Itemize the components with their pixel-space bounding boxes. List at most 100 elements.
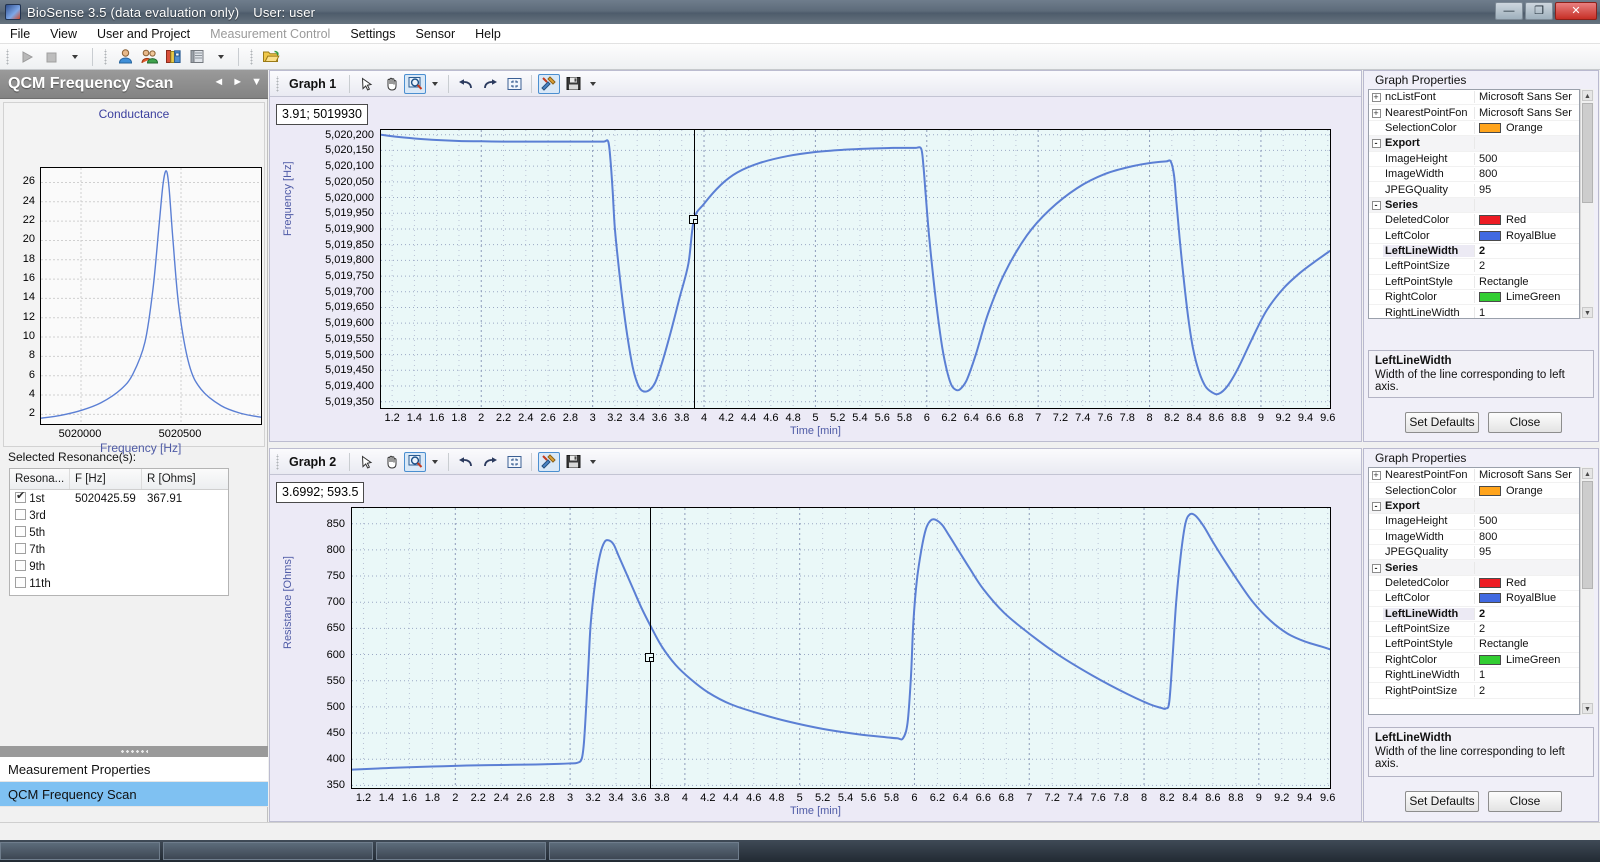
property-value[interactable]: 500 <box>1475 515 1579 527</box>
property-row[interactable]: JPEGQuality95 <box>1369 545 1579 560</box>
property-value[interactable]: 2 <box>1475 623 1579 635</box>
property-expander[interactable]: - <box>1369 200 1383 210</box>
graph1-plot-area[interactable] <box>380 129 1331 409</box>
graph1-save-button[interactable] <box>562 74 584 94</box>
graph1-pointer-tool[interactable] <box>356 74 378 94</box>
color-swatch[interactable] <box>1479 123 1501 133</box>
property-value[interactable]: Rectangle <box>1475 638 1579 650</box>
property-expander[interactable]: - <box>1369 138 1383 148</box>
maximize-button[interactable]: ❐ <box>1525 2 1553 20</box>
property-row[interactable]: -Export <box>1369 499 1579 514</box>
property-row[interactable]: DeletedColorRed <box>1369 213 1579 228</box>
start-measurement-button[interactable] <box>16 47 38 67</box>
graph2-properties-scrollbar[interactable]: ▲ ▼ <box>1580 467 1594 715</box>
expander-icon[interactable]: - <box>1372 139 1381 148</box>
property-value[interactable]: Microsoft Sans Ser <box>1475 91 1579 103</box>
close-button[interactable]: ✕ <box>1555 2 1597 20</box>
graph2-undo-button[interactable] <box>455 452 477 472</box>
property-row[interactable]: +NearestPointFonMicrosoft Sans Ser <box>1369 468 1579 483</box>
project-button[interactable] <box>162 47 184 67</box>
graph2-selected-point-marker[interactable] <box>645 653 654 662</box>
toolbar-grip[interactable] <box>4 49 11 65</box>
property-row[interactable]: -Series <box>1369 198 1579 213</box>
color-swatch[interactable] <box>1479 486 1501 496</box>
table-row[interactable]: 11th <box>10 575 228 592</box>
menu-item-file[interactable]: File <box>0 25 40 43</box>
graph2-properties-button[interactable] <box>538 452 560 472</box>
property-row[interactable]: ImageWidth800 <box>1369 167 1579 182</box>
group-button[interactable] <box>138 47 160 67</box>
property-expander[interactable]: - <box>1369 563 1383 573</box>
resonance-checkbox[interactable] <box>15 577 26 588</box>
minimize-button[interactable]: — <box>1495 2 1523 20</box>
property-value[interactable]: 2 <box>1475 685 1579 697</box>
graph2-pan-tool[interactable] <box>380 452 402 472</box>
property-value[interactable]: 95 <box>1475 546 1579 558</box>
menu-item-view[interactable]: View <box>40 25 87 43</box>
graph1-coordinate-readout[interactable]: 3.91; 5019930 <box>276 104 368 125</box>
property-row[interactable]: DeletedColorRed <box>1369 576 1579 591</box>
taskbar-button-4[interactable] <box>549 842 739 860</box>
graph1-properties-grid[interactable]: +ncListFontMicrosoft Sans Ser+NearestPoi… <box>1368 89 1580 319</box>
scroll-down-icon[interactable]: ▼ <box>1582 307 1593 318</box>
property-value[interactable]: 95 <box>1475 184 1579 196</box>
panel-prev-icon[interactable]: ◄ <box>213 77 224 88</box>
graph2-set-defaults-button[interactable]: Set Defaults <box>1405 791 1479 812</box>
property-value[interactable]: 500 <box>1475 153 1579 165</box>
scroll-down-icon[interactable]: ▼ <box>1582 703 1593 714</box>
property-row[interactable]: RightColorLimeGreen <box>1369 653 1579 668</box>
toolbar-grip-2[interactable] <box>102 49 109 65</box>
property-value[interactable]: RoyalBlue <box>1475 230 1579 242</box>
measurement-dropdown-button[interactable] <box>64 47 86 67</box>
property-value[interactable]: 2 <box>1475 260 1579 272</box>
expander-icon[interactable]: + <box>1372 109 1381 118</box>
graph1-close-button[interactable]: Close <box>1488 412 1562 433</box>
archive-dropdown-button[interactable] <box>210 47 232 67</box>
graph1-zoom-dropdown[interactable] <box>428 74 442 94</box>
property-value[interactable]: 1 <box>1475 307 1579 319</box>
resonance-checkbox[interactable] <box>15 492 26 503</box>
resonance-checkbox[interactable] <box>15 509 26 520</box>
resonance-table[interactable]: Resona... F [Hz] R [Ohms] 1st5020425.593… <box>9 468 229 596</box>
property-expander[interactable]: - <box>1369 501 1383 511</box>
color-swatch[interactable] <box>1479 655 1501 665</box>
panel-splitter[interactable] <box>0 746 268 757</box>
panel-menu-icon[interactable]: ▼ <box>251 77 262 88</box>
menu-item-settings[interactable]: Settings <box>340 25 405 43</box>
graph1-toolbar-grip[interactable] <box>274 76 281 92</box>
property-row[interactable]: RightLineWidth1 <box>1369 668 1579 683</box>
property-expander[interactable]: + <box>1369 92 1383 102</box>
graph2-fit-button[interactable] <box>503 452 525 472</box>
graph1-cursor-line[interactable] <box>694 130 695 408</box>
property-value[interactable]: Microsoft Sans Ser <box>1475 107 1579 119</box>
stop-measurement-button[interactable] <box>40 47 62 67</box>
graph2-zoom-tool[interactable] <box>404 452 426 472</box>
property-row[interactable]: LeftPointSize2 <box>1369 259 1579 274</box>
graph1-pan-tool[interactable] <box>380 74 402 94</box>
expander-icon[interactable]: - <box>1372 201 1381 210</box>
property-value[interactable]: 800 <box>1475 531 1579 543</box>
property-row[interactable]: -Export <box>1369 136 1579 151</box>
panel-next-icon[interactable]: ► <box>232 77 243 88</box>
graph2-close-button[interactable]: Close <box>1488 791 1562 812</box>
property-value[interactable]: Rectangle <box>1475 276 1579 288</box>
column-header-resistance[interactable]: R [Ohms] <box>142 469 222 489</box>
property-row[interactable]: ImageHeight500 <box>1369 514 1579 529</box>
property-row[interactable]: -Series <box>1369 560 1579 575</box>
property-value[interactable]: 1 <box>1475 669 1579 681</box>
graph1-zoom-tool[interactable] <box>404 74 426 94</box>
open-file-button[interactable] <box>260 47 282 67</box>
property-row[interactable]: +ncListFontMicrosoft Sans Ser <box>1369 90 1579 105</box>
property-value[interactable]: 2 <box>1475 608 1579 620</box>
resonance-checkbox[interactable] <box>15 560 26 571</box>
color-swatch[interactable] <box>1479 292 1501 302</box>
scroll-up-icon[interactable]: ▲ <box>1582 90 1593 101</box>
graph2-save-button[interactable] <box>562 452 584 472</box>
graph2-properties-grid[interactable]: +NearestPointFonMicrosoft Sans SerSelect… <box>1368 467 1580 715</box>
property-row[interactable]: RightLineWidth1 <box>1369 305 1579 319</box>
expander-icon[interactable]: + <box>1372 93 1381 102</box>
property-row[interactable]: LeftPointStyleRectangle <box>1369 275 1579 290</box>
property-row[interactable]: LeftColorRoyalBlue <box>1369 229 1579 244</box>
color-swatch[interactable] <box>1479 593 1501 603</box>
graph1-set-defaults-button[interactable]: Set Defaults <box>1405 412 1479 433</box>
